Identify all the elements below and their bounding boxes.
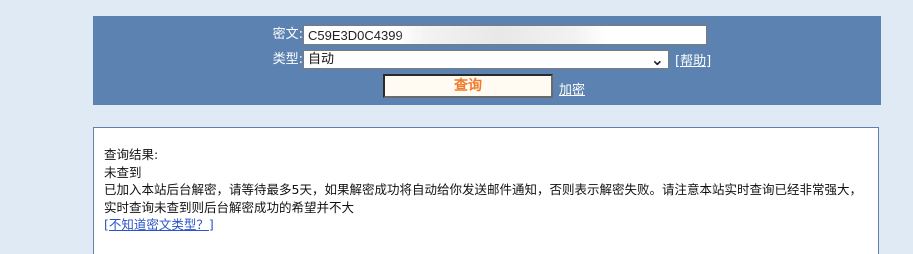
- chevron-down-icon: ⌄: [650, 49, 664, 69]
- cipher-input[interactable]: C59E3D0C4399: [303, 25, 707, 45]
- result-content: 查询结果: 未查到 已加入本站后台解密，请等待最多5天，如果解密成功将自动给你发…: [104, 146, 864, 234]
- query-form-panel: 密文: C59E3D0C4399 类型: 自动 ⌄ [帮助] 查询 加密: [93, 16, 881, 105]
- type-help-link[interactable]: [不知道密文类型？]: [104, 217, 214, 232]
- type-label: 类型:: [272, 51, 303, 67]
- type-row: 类型: 自动 ⌄ [帮助]: [251, 50, 711, 69]
- cipher-label: 密文:: [272, 27, 303, 42]
- page: 密文: C59E3D0C4399 类型: 自动 ⌄ [帮助] 查询 加密 查询结…: [0, 0, 913, 254]
- result-panel: 查询结果: 未查到 已加入本站后台解密，请等待最多5天，如果解密成功将自动给你发…: [93, 127, 879, 254]
- help-link[interactable]: [帮助]: [675, 50, 711, 69]
- type-select[interactable]: 自动 ⌄: [303, 50, 669, 69]
- redaction-blur: [396, 26, 606, 44]
- type-select-value: 自动: [308, 52, 335, 67]
- query-button[interactable]: 查询: [383, 74, 553, 98]
- cipher-row: 密文: C59E3D0C4399: [251, 25, 707, 45]
- result-status: 未查到: [104, 164, 142, 180]
- result-heading: 查询结果:: [104, 147, 159, 162]
- result-message: 已加入本站后台解密，请等待最多5天，如果解密成功将自动给你发送邮件通知，否则表示…: [104, 182, 862, 215]
- encrypt-link[interactable]: 加密: [559, 79, 585, 98]
- cipher-input-value: C59E3D0C4399: [308, 28, 403, 43]
